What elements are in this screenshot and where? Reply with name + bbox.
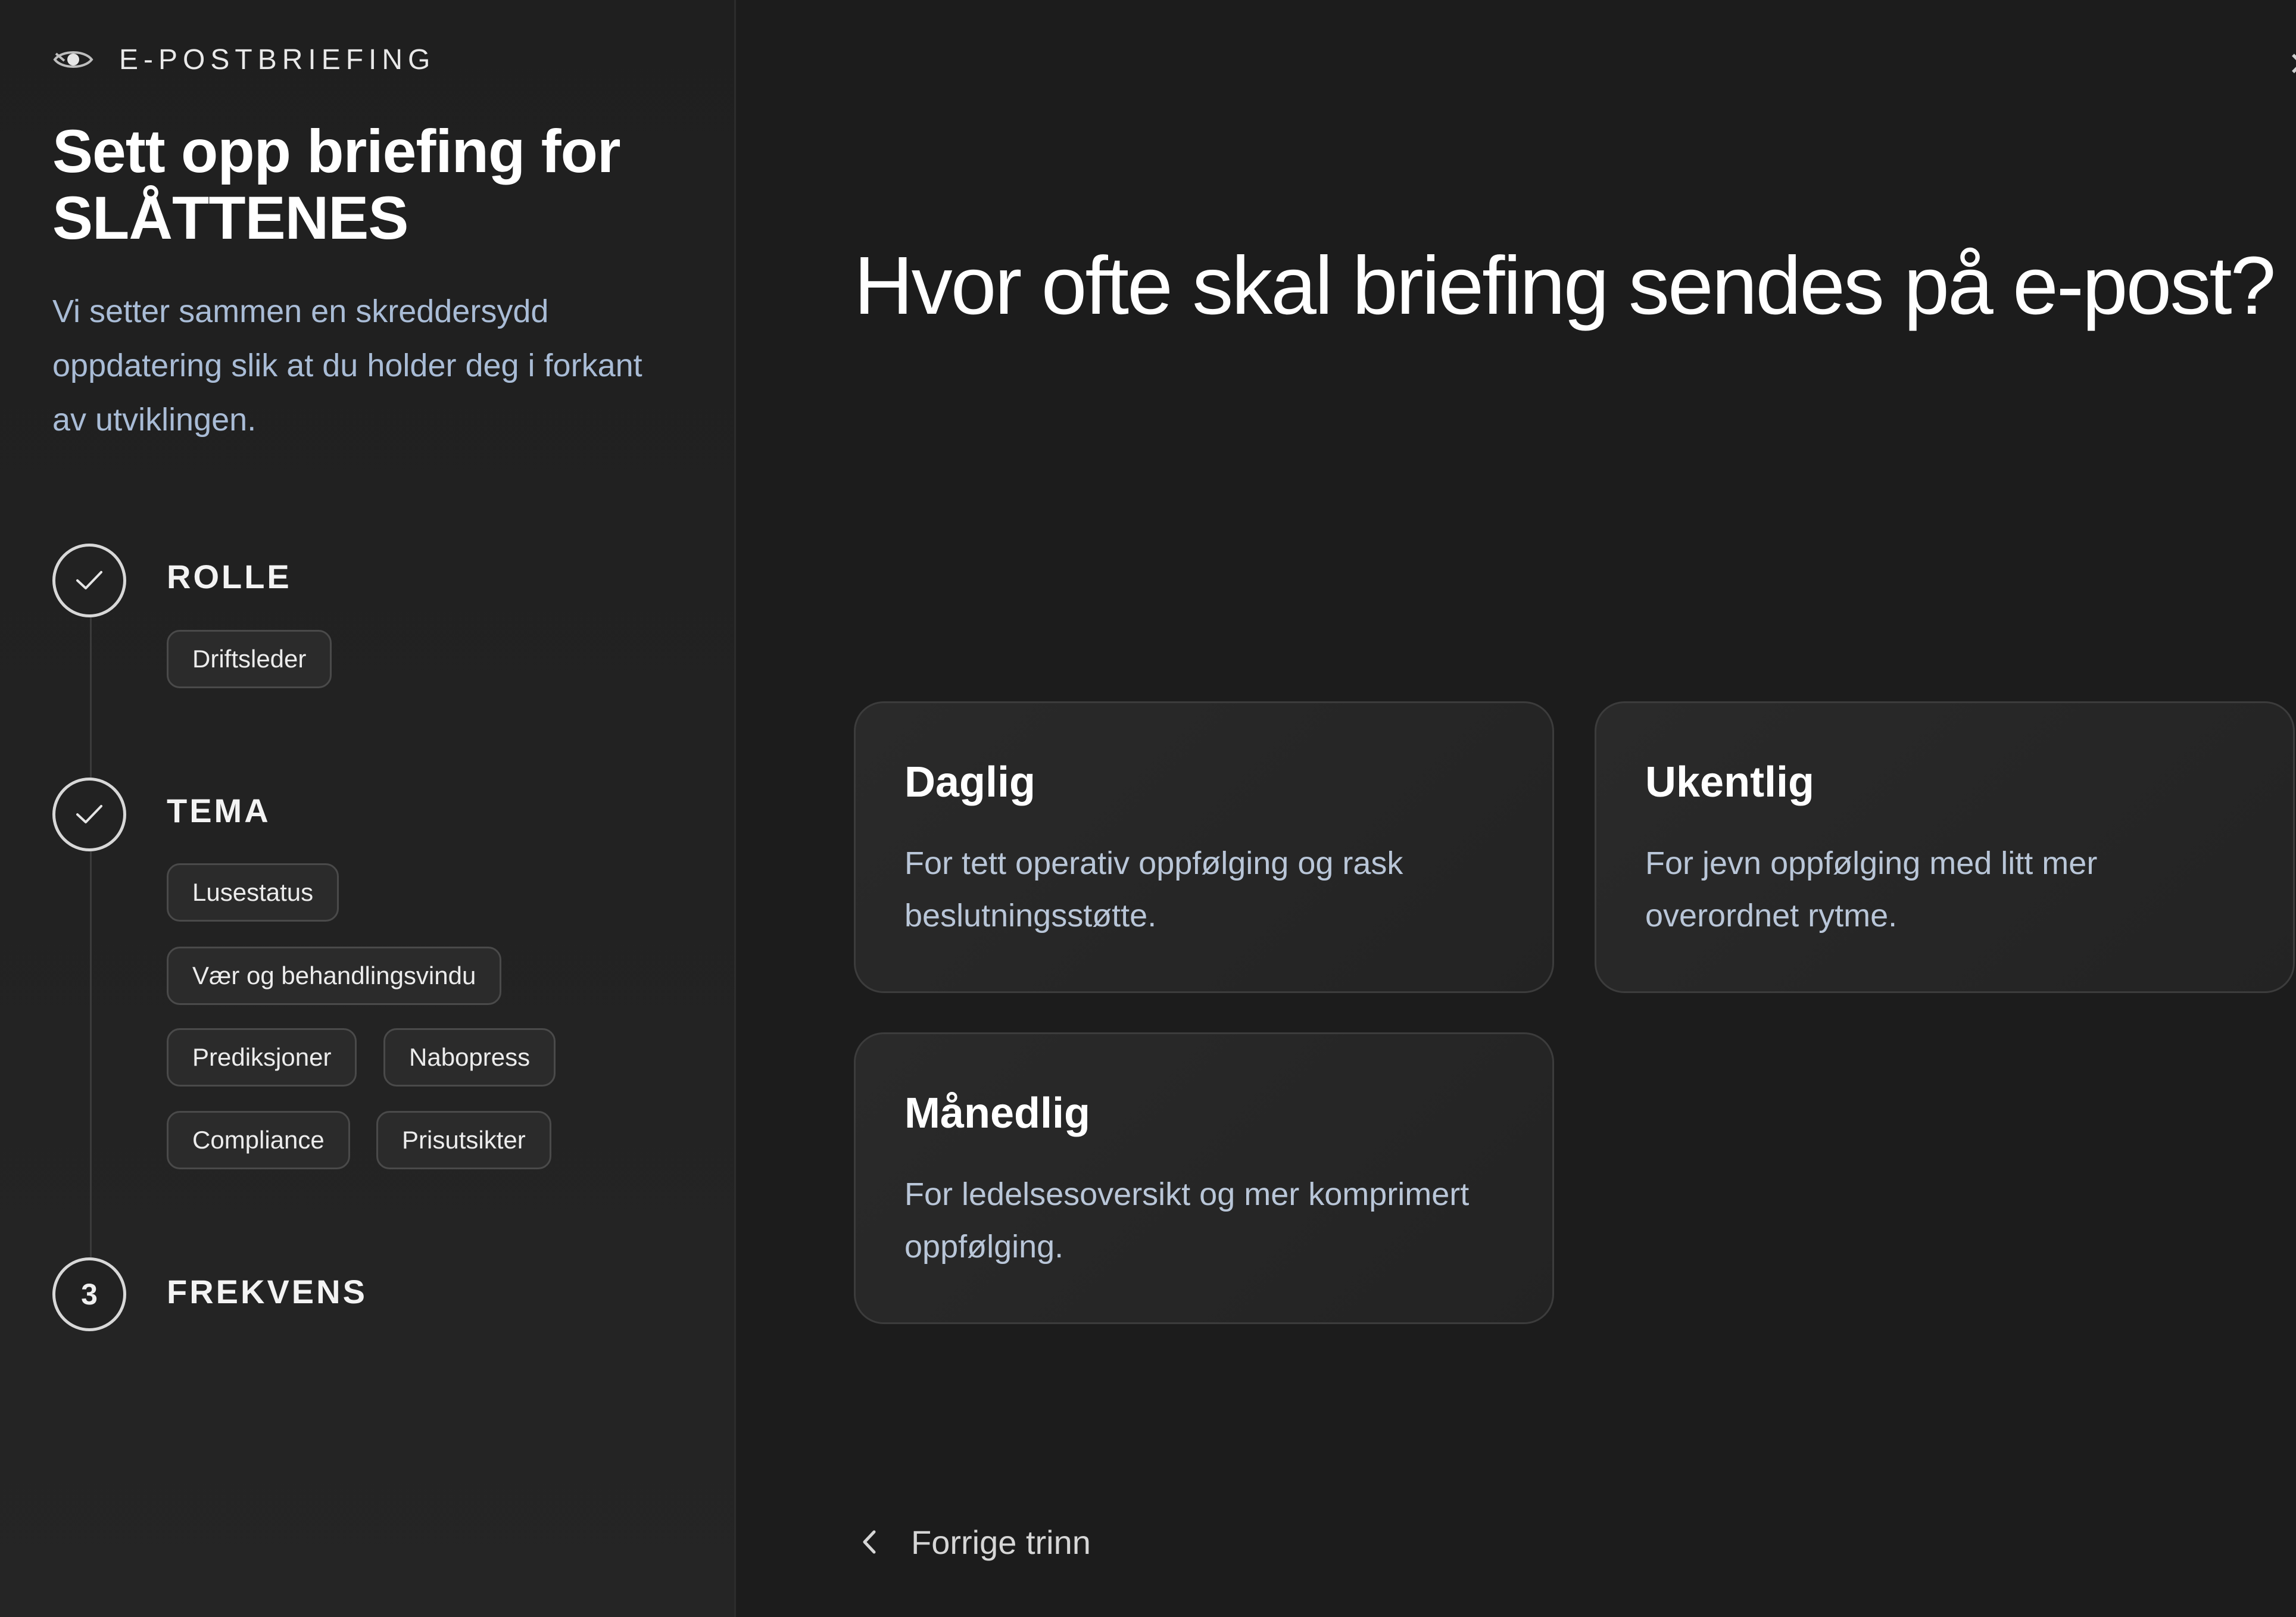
option-title: Ukentlig xyxy=(1645,758,1815,806)
chip-driftsleder[interactable]: Driftsleder xyxy=(167,630,332,688)
step-rolle-label[interactable]: ROLLE xyxy=(167,557,292,596)
steps-timeline-line xyxy=(90,617,92,1257)
chip-compliance[interactable]: Compliance xyxy=(167,1111,350,1169)
chip-prisutsikter[interactable]: Prisutsikter xyxy=(376,1111,551,1169)
sidebar: E-POSTBRIEFING Sett opp briefing for SLÅ… xyxy=(0,0,736,1617)
brand-label: E-POSTBRIEFING xyxy=(119,43,436,76)
previous-step-label: Forrige trinn xyxy=(911,1523,1091,1561)
app-root: E-POSTBRIEFING Sett opp briefing for SLÅ… xyxy=(0,0,2296,1617)
chip-lusestatus[interactable]: Lusestatus xyxy=(167,863,339,922)
option-title: Daglig xyxy=(904,758,1036,806)
step-number: 3 xyxy=(81,1278,98,1311)
sidebar-description: Vi setter sammen en skreddersydd oppdate… xyxy=(52,294,642,438)
brand: E-POSTBRIEFING xyxy=(52,42,435,77)
step-tema-label[interactable]: TEMA xyxy=(167,791,271,830)
option-card-ukentlig[interactable]: Ukentlig For jevn oppfølging med litt me… xyxy=(1595,701,2295,993)
option-description: For ledelsesoversikt og mer komprimert o… xyxy=(904,1176,1470,1265)
option-card-daglig[interactable]: Daglig For tett operativ oppfølging og r… xyxy=(854,701,1554,993)
step-rolle-status xyxy=(52,544,126,617)
chip-nabopress[interactable]: Nabopress xyxy=(383,1028,556,1087)
eye-logo-icon xyxy=(53,51,93,68)
sidebar-title: Sett opp briefing for SLÅTTENES xyxy=(52,117,621,252)
question-title: Hvor ofte skal briefing sendes på e-post… xyxy=(854,240,2276,332)
close-icon[interactable]: ✕ xyxy=(2288,46,2296,82)
chip-prediksjoner[interactable]: Prediksjoner xyxy=(167,1028,357,1087)
option-description: For jevn oppfølging med litt mer overord… xyxy=(1645,845,2098,934)
chip-vaer-og-behandlingsvindu[interactable]: Vær og behandlingsvindu xyxy=(167,947,502,1005)
previous-step-button[interactable]: Forrige trinn xyxy=(857,1518,1091,1566)
option-description: For tett operativ oppfølging og rask bes… xyxy=(904,845,1403,934)
check-icon xyxy=(76,571,102,589)
option-title: Månedlig xyxy=(904,1090,1091,1137)
step-frekvens-label: FREKVENS xyxy=(167,1273,367,1310)
check-icon xyxy=(76,805,102,823)
option-card-manedlig[interactable]: Månedlig For ledelsesoversikt og mer kom… xyxy=(854,1032,1554,1324)
step-frekvens-status: 3 xyxy=(52,1257,126,1331)
step-tema-status xyxy=(52,778,126,851)
chevron-left-icon xyxy=(863,1530,876,1554)
